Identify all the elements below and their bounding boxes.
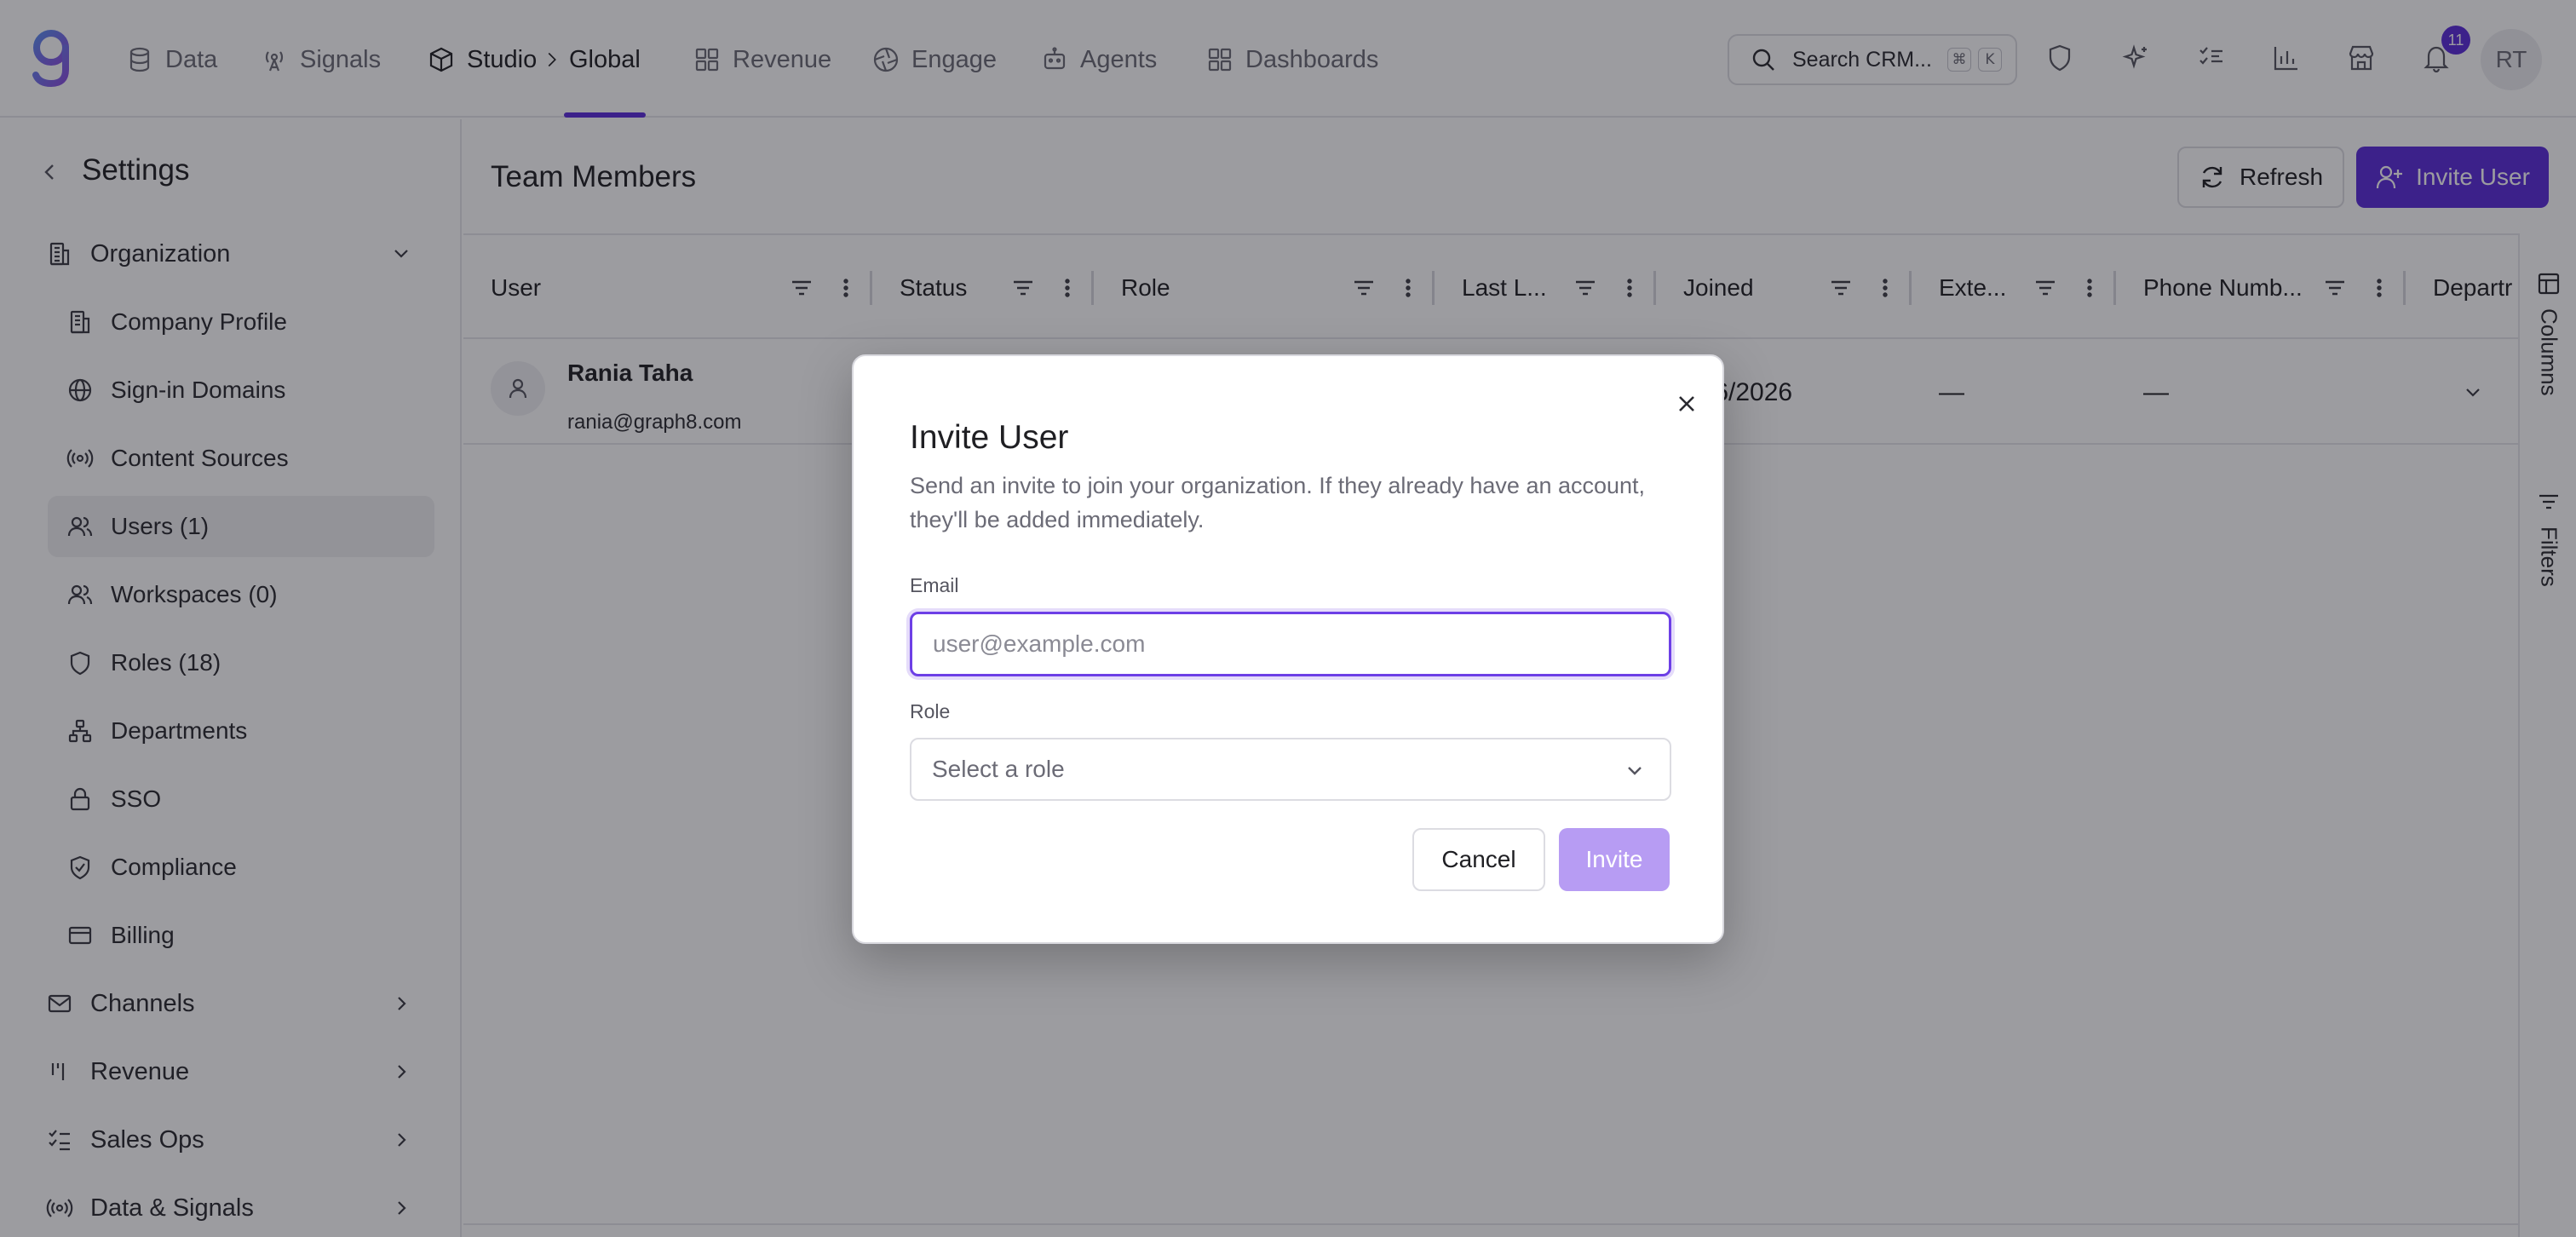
role-placeholder: Select a role: [932, 756, 1065, 782]
invite-user-dialog: Invite User Send an invite to join your …: [852, 354, 1724, 944]
cancel-button[interactable]: Cancel: [1412, 828, 1545, 891]
dialog-title: Invite User: [910, 419, 1069, 456]
close-icon: [1679, 396, 1694, 411]
role-select[interactable]: Select a role: [910, 738, 1671, 801]
role-label: Role: [910, 700, 951, 722]
close-button[interactable]: [1670, 387, 1704, 421]
email-field[interactable]: [910, 612, 1671, 676]
chevron-down-icon: [1624, 760, 1646, 782]
email-label: Email: [910, 574, 959, 596]
dialog-description: Send an invite to join your organization…: [910, 473, 1646, 532]
invite-button[interactable]: Invite: [1559, 828, 1670, 891]
